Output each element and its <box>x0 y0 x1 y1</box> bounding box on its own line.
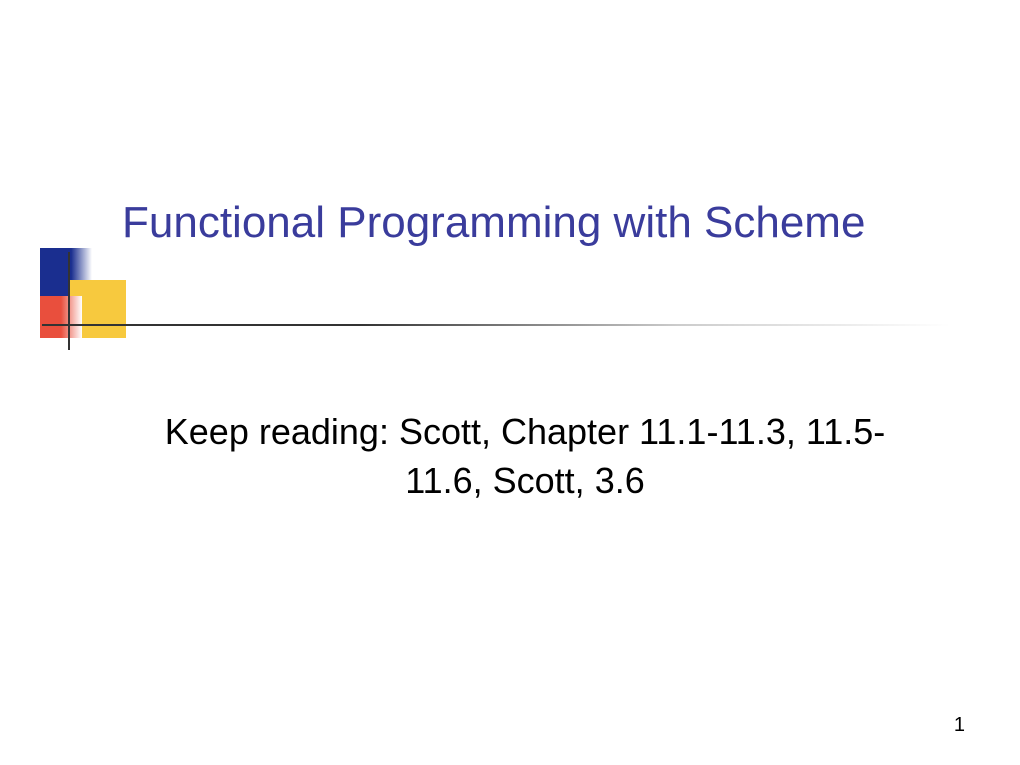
title-decoration <box>40 248 120 348</box>
red-square-shape <box>40 296 82 338</box>
slide-body-text: Keep reading: Scott, Chapter 11.1-11.3, … <box>160 408 890 505</box>
page-number: 1 <box>954 714 965 737</box>
title-area: Functional Programming with Scheme <box>122 195 940 250</box>
horizontal-divider <box>42 324 950 326</box>
vertical-divider <box>68 252 70 350</box>
slide-title: Functional Programming with Scheme <box>122 195 940 250</box>
slide-container: Functional Programming with Scheme Keep … <box>0 0 1020 765</box>
